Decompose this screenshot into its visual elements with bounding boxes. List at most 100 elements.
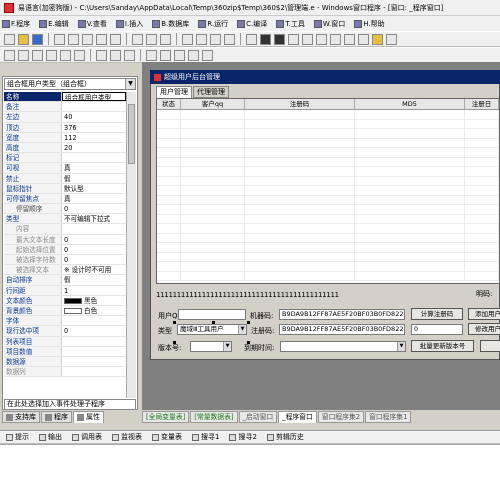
- table-cell[interactable]: [465, 119, 499, 128]
- property-value[interactable]: 1: [62, 286, 126, 295]
- table-cell[interactable]: [245, 195, 355, 204]
- table-cell[interactable]: [245, 271, 355, 280]
- table-row[interactable]: [157, 167, 499, 177]
- same-width-icon[interactable]: [96, 49, 107, 61]
- table-cell[interactable]: [181, 176, 245, 185]
- property-row[interactable]: 顶边 376: [4, 122, 126, 133]
- table-cell[interactable]: [465, 271, 499, 280]
- breakpoint-icon[interactable]: [344, 33, 355, 45]
- chevron-down-icon[interactable]: ▼: [125, 79, 135, 89]
- table-cell[interactable]: [355, 262, 465, 271]
- table-cell[interactable]: [355, 129, 465, 138]
- tab-properties[interactable]: 属性: [73, 411, 104, 423]
- window-icon[interactable]: [210, 33, 221, 45]
- indent-icon[interactable]: [160, 33, 171, 45]
- table-cell[interactable]: [157, 262, 181, 271]
- property-row[interactable]: 禁止假: [4, 173, 126, 184]
- table-row[interactable]: [157, 205, 499, 215]
- table-row[interactable]: [157, 195, 499, 205]
- step-into-icon[interactable]: [288, 33, 299, 45]
- table-cell[interactable]: [355, 186, 465, 195]
- reg-code-input[interactable]: B9DA9B12FF87AE5F20BF03B0FD822217: [279, 324, 405, 335]
- menu-help[interactable]: H.帮助: [354, 19, 385, 29]
- table-cell[interactable]: [157, 243, 181, 252]
- table-cell[interactable]: [355, 110, 465, 119]
- help-icon[interactable]: [386, 33, 397, 45]
- table-cell[interactable]: [355, 214, 465, 223]
- properties-scrollbar[interactable]: [126, 92, 136, 398]
- scrollbar-thumb[interactable]: [128, 104, 135, 164]
- table-cell[interactable]: [157, 214, 181, 223]
- table-cell[interactable]: [157, 119, 181, 128]
- stop-icon[interactable]: [274, 33, 285, 45]
- cut-icon[interactable]: [54, 33, 65, 45]
- table-cell[interactable]: [181, 129, 245, 138]
- menu-run[interactable]: R.运行: [198, 19, 228, 29]
- compile-icon[interactable]: [246, 33, 257, 45]
- chevron-down-icon[interactable]: ▼: [223, 342, 231, 351]
- table-cell[interactable]: [355, 148, 465, 157]
- table-cell[interactable]: [245, 119, 355, 128]
- menu-compile[interactable]: C.编译: [237, 19, 267, 29]
- property-row[interactable]: 名称 组合框用户类型: [4, 92, 126, 103]
- grid-col-qq[interactable]: 客户qq: [181, 99, 245, 109]
- table-cell[interactable]: [157, 252, 181, 261]
- property-value[interactable]: 40: [62, 112, 126, 121]
- table-cell[interactable]: [181, 186, 245, 195]
- add-user-button[interactable]: 添加用户: [468, 308, 500, 320]
- table-row[interactable]: [157, 271, 499, 281]
- property-value[interactable]: 0: [62, 245, 126, 254]
- table-cell[interactable]: [245, 205, 355, 214]
- output-tab[interactable]: 剪辑历史: [266, 432, 304, 442]
- table-cell[interactable]: [181, 167, 245, 176]
- table-row[interactable]: [157, 252, 499, 262]
- output-tab[interactable]: 调用表: [72, 432, 102, 442]
- output-tab[interactable]: 搜寻1: [192, 432, 219, 442]
- table-row[interactable]: [157, 214, 499, 224]
- table-cell[interactable]: [465, 186, 499, 195]
- table-cell[interactable]: [245, 186, 355, 195]
- property-row[interactable]: 项目数值: [4, 346, 126, 357]
- property-value[interactable]: 白色: [62, 306, 126, 315]
- table-cell[interactable]: [181, 138, 245, 147]
- table-cell[interactable]: [157, 205, 181, 214]
- table-cell[interactable]: [355, 252, 465, 261]
- table-cell[interactable]: [245, 138, 355, 147]
- table-cell[interactable]: [181, 205, 245, 214]
- property-row[interactable]: 数据列: [4, 367, 126, 378]
- property-value[interactable]: [62, 337, 126, 346]
- doc-tab[interactable]: _程序窗口: [278, 411, 317, 423]
- table-cell[interactable]: [355, 243, 465, 252]
- doc-tab[interactable]: 窗口程序集1: [365, 411, 412, 423]
- table-cell[interactable]: [245, 224, 355, 233]
- table-row[interactable]: [157, 233, 499, 243]
- batch-update-version-button[interactable]: 批量更新版本号: [411, 340, 474, 352]
- machine-code-input[interactable]: B9DA9B12FF87AE5F20BF03B0FD822217: [279, 309, 405, 320]
- table-cell[interactable]: [245, 129, 355, 138]
- property-row[interactable]: 左边 40: [4, 112, 126, 123]
- selection-handle[interactable]: [173, 321, 176, 324]
- table-cell[interactable]: [181, 195, 245, 204]
- table-cell[interactable]: [245, 110, 355, 119]
- user-type-combobox[interactable]: 魔域Ⅲ工具用户 ▼: [177, 324, 247, 335]
- find-icon[interactable]: [132, 33, 143, 45]
- event-handler-dropdown[interactable]: 在此处选择加入事件处理子程序: [4, 399, 136, 410]
- pointer-icon[interactable]: [372, 33, 383, 45]
- property-row[interactable]: 可停留焦点真: [4, 193, 126, 205]
- property-row[interactable]: 被选择字符数 0: [4, 255, 126, 266]
- table-cell[interactable]: [181, 224, 245, 233]
- align-center-icon[interactable]: [18, 49, 29, 61]
- align-middle-icon[interactable]: [60, 49, 71, 61]
- property-value[interactable]: [62, 153, 126, 162]
- property-value[interactable]: 假: [62, 275, 126, 284]
- table-cell[interactable]: [245, 148, 355, 157]
- property-value[interactable]: 112: [62, 133, 126, 142]
- menu-program[interactable]: F.程序: [2, 19, 30, 29]
- menu-insert[interactable]: I.插入: [115, 19, 143, 29]
- doc-tab[interactable]: [全局变量表]: [142, 411, 190, 423]
- table-cell[interactable]: [465, 205, 499, 214]
- doc-tab[interactable]: 窗口程序集2: [317, 411, 365, 423]
- table-cell[interactable]: [465, 262, 499, 271]
- menu-view[interactable]: V.查看: [77, 19, 107, 29]
- table-cell[interactable]: [465, 157, 499, 166]
